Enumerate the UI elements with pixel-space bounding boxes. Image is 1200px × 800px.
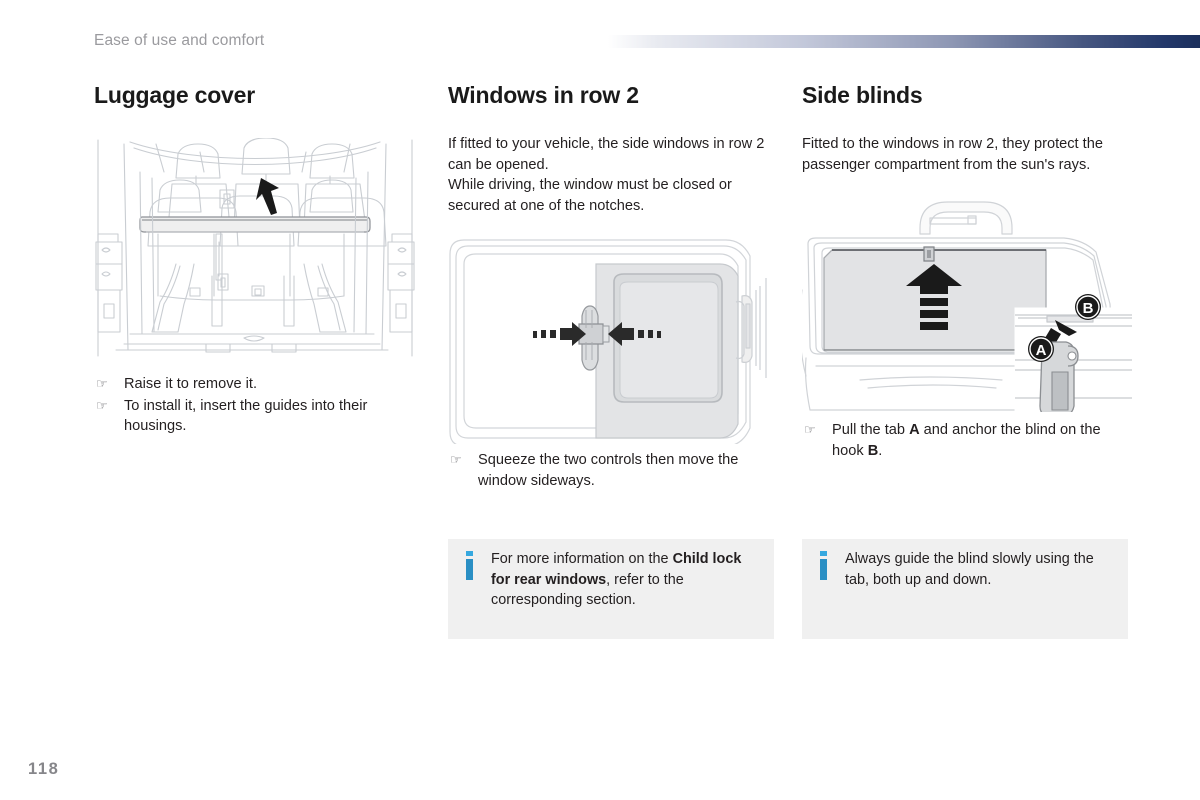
info-box-blind-guidance: Always guide the blind slowly using the … [802, 539, 1128, 639]
column-luggage-cover: Luggage cover ☞ Raise it to remove it. ☞… [94, 0, 416, 800]
pointing-hand-icon: ☞ [96, 397, 108, 413]
info-icon-stem [820, 559, 827, 580]
page-number: 118 [28, 760, 60, 778]
luggage-cover-instructions: ☞ Raise it to remove it. ☞ To install it… [94, 374, 394, 438]
instruction-text: Squeeze the two controls then move the w… [478, 452, 739, 489]
windows-intro-line-1: If fitted to your vehicle, the side wind… [448, 136, 765, 173]
info-box-child-lock: For more information on the Child lock f… [448, 539, 774, 639]
blinds-instructions: ☞ Pull the tab A and anchor the blind on… [802, 420, 1122, 462]
windows-instructions: ☞ Squeeze the two controls then move the… [448, 450, 758, 492]
info-text-before: For more information on the [491, 551, 673, 567]
side-blind-illustration: A B [802, 190, 1132, 412]
instruction-bold-b: B [867, 442, 879, 459]
column-windows-row-2: Windows in row 2 If fitted to your vehic… [448, 0, 774, 800]
pointing-hand-icon: ☞ [96, 376, 108, 391]
instruction-text: Pull the tab A and anchor the blind on t… [832, 420, 1122, 461]
windows-intro-line-2: While driving, the window must be closed… [448, 177, 732, 214]
instruction-text: Raise it to remove it. [124, 376, 258, 392]
list-item: ☞ Pull the tab A and anchor the blind on… [802, 420, 1122, 461]
info-icon-stem [466, 559, 473, 580]
instruction-bold-a: A [909, 422, 920, 438]
pointing-hand-icon: ☞ [450, 452, 462, 467]
list-item: ☞ Squeeze the two controls then move the… [448, 450, 758, 491]
callout-marker-a: A [1028, 336, 1054, 362]
blinds-intro-paragraph: Fitted to the windows in row 2, they pro… [802, 136, 1103, 173]
instruction-text: To install it, insert the guides into th… [124, 397, 368, 435]
info-icon-dot [820, 551, 827, 556]
section-title-windows-row-2: Windows in row 2 [448, 82, 639, 108]
info-icon-dot [466, 551, 473, 556]
row-2-window-illustration [448, 238, 778, 444]
svg-text:B: B [1083, 300, 1094, 317]
info-icon [465, 551, 474, 581]
info-text-blind-guidance: Always guide the blind slowly using the … [845, 551, 1094, 588]
list-item: ☞ To install it, insert the guides into … [94, 396, 394, 437]
column-side-blinds: Side blinds Fitted to the windows in row… [802, 0, 1132, 800]
instruction-text-before: Pull the tab [832, 422, 910, 438]
section-title-luggage-cover: Luggage cover [94, 82, 255, 108]
callout-marker-b: B [1075, 294, 1101, 320]
info-icon [819, 551, 828, 581]
section-title-side-blinds: Side blinds [802, 82, 923, 108]
svg-text:A: A [1036, 342, 1047, 359]
luggage-cover-illustration [94, 138, 416, 358]
info-text-child-lock: For more information on the Child lock f… [491, 549, 758, 611]
list-item: ☞ Raise it to remove it. [94, 374, 394, 395]
pointing-hand-icon: ☞ [804, 422, 816, 437]
instruction-text-after: . [878, 442, 883, 459]
windows-intro-paragraph: If fitted to your vehicle, the side wind… [448, 134, 774, 216]
